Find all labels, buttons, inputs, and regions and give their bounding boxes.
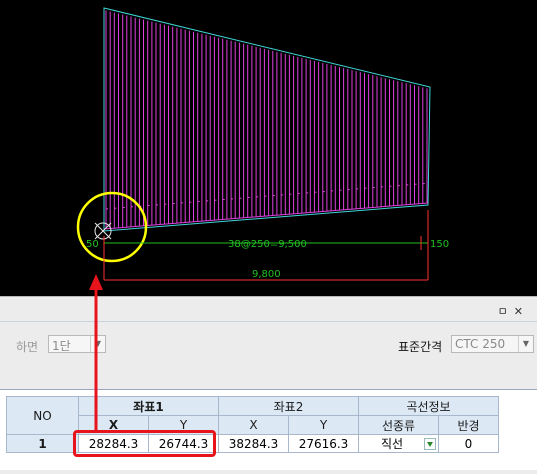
- rebar-lines: [105, 10, 428, 229]
- dim-label-total: 9,800: [252, 269, 281, 280]
- dim-label-left: 50: [86, 239, 99, 250]
- spacing-label: 표준간격: [398, 340, 443, 354]
- spacing-select-value: CTC 250: [455, 337, 506, 351]
- cad-drawing: 50 38@250=9,500 150 9,800: [76, 7, 449, 281]
- chevron-down-icon: ▼: [518, 336, 533, 352]
- chevron-down-icon: ▼: [90, 336, 105, 352]
- cell-y2[interactable]: 27616.3: [288, 434, 359, 453]
- col-header-x2: X: [218, 415, 289, 435]
- cad-viewport[interactable]: 50 38@250=9,500 150 9,800: [0, 0, 537, 296]
- bottom-rebar: [103, 202, 429, 230]
- cell-radius[interactable]: 0: [438, 434, 499, 453]
- close-icon[interactable]: ✕: [514, 305, 529, 318]
- row-no: 1: [6, 434, 79, 453]
- pin-icon[interactable]: ㅁ: [498, 305, 514, 318]
- cell-x2[interactable]: 38284.3: [218, 434, 289, 453]
- col-header-no: NO: [6, 396, 79, 435]
- panel-divider: [0, 321, 537, 322]
- col-header-radius: 반경: [438, 415, 499, 435]
- dim-label-right: 150: [430, 239, 449, 250]
- yellow-highlight-circle: [76, 191, 148, 263]
- layer-select-value: 1단: [52, 339, 71, 353]
- layer-select[interactable]: 1단 ▼: [48, 335, 106, 353]
- col-header-line-type: 선종류: [358, 415, 439, 435]
- layer-label: 하면: [16, 340, 39, 354]
- cell-line-type[interactable]: 직선: [358, 434, 439, 453]
- coordinate-highlight-box: [73, 430, 216, 457]
- dim-label-main: 38@250=9,500: [228, 239, 307, 250]
- chevron-down-icon[interactable]: [424, 438, 436, 450]
- spacing-select[interactable]: CTC 250 ▼: [451, 335, 534, 353]
- col-header-coord1: 좌표1: [78, 396, 219, 416]
- line-type-value: 직선: [381, 437, 404, 451]
- panel-window-controls: ㅁ✕: [498, 303, 529, 319]
- col-header-y2: Y: [288, 415, 359, 435]
- col-header-coord2: 좌표2: [218, 396, 359, 416]
- col-header-curve: 곡선정보: [358, 396, 499, 416]
